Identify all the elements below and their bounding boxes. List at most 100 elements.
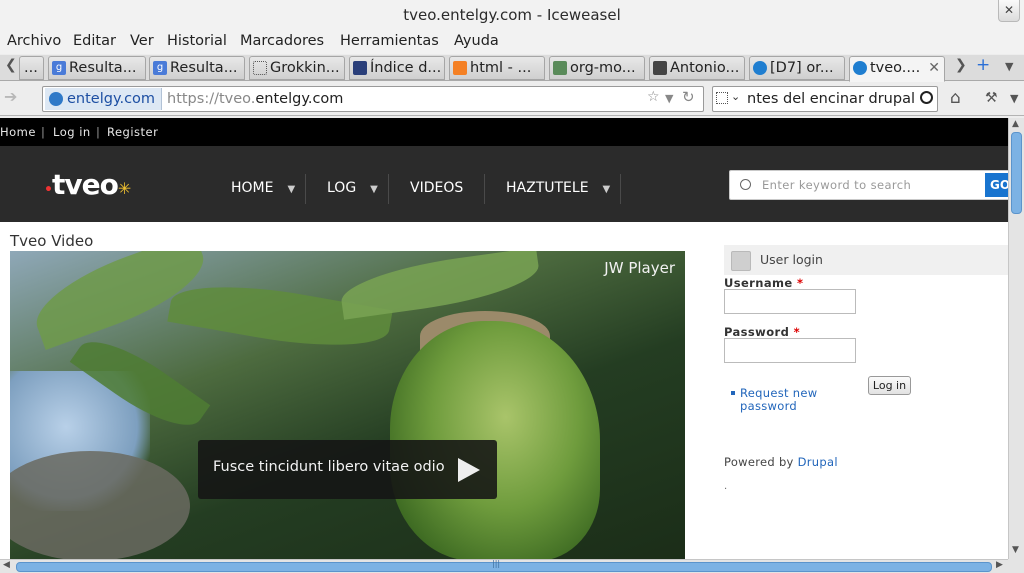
tools-dropdown-icon[interactable]: ▼ xyxy=(1010,92,1018,105)
top-link-login[interactable]: Log in xyxy=(53,125,91,139)
page-title: Tveo Video xyxy=(10,232,94,250)
tab-7[interactable]: org-mo... xyxy=(549,56,645,80)
password-field[interactable] xyxy=(724,338,856,363)
login-submit-button[interactable]: Log in xyxy=(868,376,911,395)
username-label-text: Username xyxy=(724,276,793,290)
window-titlebar: tveo.entelgy.com - Iceweasel ✕ xyxy=(0,0,1024,30)
scroll-left-icon[interactable]: ◀ xyxy=(3,560,10,570)
menu-historial[interactable]: Historial xyxy=(167,33,227,49)
username-label: Username * xyxy=(724,276,803,290)
site-identity-label: entelgy.com xyxy=(67,91,156,107)
request-password-text: Request new password xyxy=(740,386,818,413)
video-caption-text: Fusce tincidunt libero vitae odio xyxy=(213,459,445,475)
menu-marcadores[interactable]: Marcadores xyxy=(240,33,324,49)
video-leaf xyxy=(337,251,543,320)
url-host: entelgy.com xyxy=(255,91,344,107)
list-tabs-icon[interactable]: ▼ xyxy=(1005,60,1013,73)
page-viewport: Home | Log in | Register •tveo✳ HOME ▼ LO… xyxy=(0,118,1008,559)
tab-3[interactable]: g Resulta... xyxy=(149,56,245,80)
username-field[interactable] xyxy=(724,289,856,314)
tab-scroll-right-icon[interactable]: ❯ xyxy=(955,57,967,73)
site-search-input[interactable]: Enter keyword to search xyxy=(762,171,911,199)
nav-separator xyxy=(484,174,485,204)
menu-ayuda[interactable]: Ayuda xyxy=(454,33,499,49)
navigation-bar: ➔ entelgy.com https://tveo.entelgy.com ☆… xyxy=(0,82,1024,116)
tab-2[interactable]: g Resulta... xyxy=(48,56,146,80)
nav-videos[interactable]: VIDEOS xyxy=(410,173,463,203)
site-search-go-button[interactable]: GO xyxy=(985,173,1008,197)
logo-mark-icon: • xyxy=(44,182,53,198)
menu-herramientas[interactable]: Herramientas xyxy=(340,33,439,49)
menu-editar[interactable]: Editar xyxy=(73,33,116,49)
search-engine-icon[interactable] xyxy=(716,92,728,104)
search-icon[interactable] xyxy=(920,91,933,104)
site-identity-button[interactable]: entelgy.com xyxy=(45,88,163,110)
nav-separator xyxy=(305,174,306,204)
drupal-link[interactable]: Drupal xyxy=(798,455,838,469)
top-link-separator: | xyxy=(96,125,101,139)
google-icon: g xyxy=(153,61,167,75)
tab-1[interactable]: ... xyxy=(19,56,44,80)
tab-label: Grokkin... xyxy=(270,60,340,76)
window-close-button[interactable]: ✕ xyxy=(998,0,1020,22)
password-label: Password * xyxy=(724,325,800,339)
tab-label: ... xyxy=(24,60,38,76)
search-text[interactable]: ntes del encinar drupal xyxy=(747,87,915,111)
logo-burst-icon: ✳ xyxy=(117,179,131,198)
tab-5[interactable]: Índice d... xyxy=(349,56,445,80)
tab-6[interactable]: html - ... xyxy=(449,56,545,80)
tab-label: Índice d... xyxy=(370,60,442,76)
video-branch xyxy=(10,451,190,559)
nav-log[interactable]: LOG ▼ xyxy=(327,173,378,203)
tab-10-active[interactable]: tveo.... ✕ xyxy=(849,56,945,82)
scroll-up-icon[interactable]: ▲ xyxy=(1012,119,1019,129)
tab-label: [D7] or... xyxy=(770,60,834,76)
unicorn-icon xyxy=(553,61,567,75)
chevron-down-icon: ▼ xyxy=(370,184,378,195)
tab-label: Antonio... xyxy=(670,60,740,76)
close-tab-icon[interactable]: ✕ xyxy=(928,57,940,79)
top-link-separator: | xyxy=(41,125,46,139)
back-icon[interactable]: ➔ xyxy=(4,87,30,111)
horizontal-scrollbar[interactable]: ◀ ||| ▶ xyxy=(0,559,1008,573)
site-logo[interactable]: •tveo✳ xyxy=(44,168,131,201)
site-top-bar: Home | Log in | Register xyxy=(0,118,1008,146)
video-player[interactable]: JW Player Fusce tincidunt libero vitae o… xyxy=(10,251,685,559)
tab-9[interactable]: [D7] or... xyxy=(749,56,845,80)
browser-search-box[interactable]: ⌄ ntes del encinar drupal xyxy=(712,86,938,112)
tab-label: Resulta... xyxy=(69,60,137,76)
vertical-scroll-thumb[interactable] xyxy=(1011,132,1022,214)
tab-label: Resulta... xyxy=(170,60,238,76)
reload-icon[interactable]: ↻ xyxy=(682,88,695,106)
menu-ver[interactable]: Ver xyxy=(130,33,154,49)
nav-home[interactable]: HOME ▼ xyxy=(231,173,295,203)
nav-haztutele[interactable]: HAZTUTELE ▼ xyxy=(506,173,610,203)
play-icon[interactable] xyxy=(458,458,480,482)
tab-label: html - ... xyxy=(470,60,532,76)
menu-archivo[interactable]: Archivo xyxy=(7,33,61,49)
scroll-down-icon[interactable]: ▼ xyxy=(1012,545,1019,555)
video-caption-overlay[interactable]: Fusce tincidunt libero vitae odio xyxy=(198,440,497,499)
nav-haztutele-label: HAZTUTELE xyxy=(506,180,589,196)
logo-text: tveo xyxy=(51,168,119,201)
menu-bar: Archivo Editar Ver Historial Marcadores … xyxy=(0,30,1024,54)
new-tab-icon[interactable]: + xyxy=(976,55,990,75)
bookmark-star-icon[interactable]: ☆ xyxy=(647,89,660,105)
nav-separator xyxy=(620,174,621,204)
top-link-home[interactable]: Home xyxy=(0,125,36,139)
horizontal-scroll-thumb[interactable] xyxy=(16,562,992,572)
url-bar[interactable]: entelgy.com https://tveo.entelgy.com ☆ ▼… xyxy=(42,86,704,112)
tools-icon[interactable]: ⚒ xyxy=(985,90,998,106)
tab-scroll-left-icon[interactable]: ❮ xyxy=(5,57,17,73)
home-icon[interactable]: ⌂ xyxy=(950,88,961,108)
vertical-scrollbar[interactable]: ▲ ▼ xyxy=(1008,118,1024,559)
nav-separator xyxy=(388,174,389,204)
scroll-right-icon[interactable]: ▶ xyxy=(996,560,1003,570)
chevron-down-icon[interactable]: ⌄ xyxy=(731,90,740,103)
tab-8[interactable]: Antonio... xyxy=(649,56,745,80)
url-dropdown-icon[interactable]: ▼ xyxy=(665,92,673,105)
request-password-link[interactable]: Request new password xyxy=(731,386,850,413)
top-link-register[interactable]: Register xyxy=(107,125,158,139)
url-text[interactable]: https://tveo.entelgy.com xyxy=(167,87,343,111)
tab-4[interactable]: Grokkin... xyxy=(249,56,345,80)
